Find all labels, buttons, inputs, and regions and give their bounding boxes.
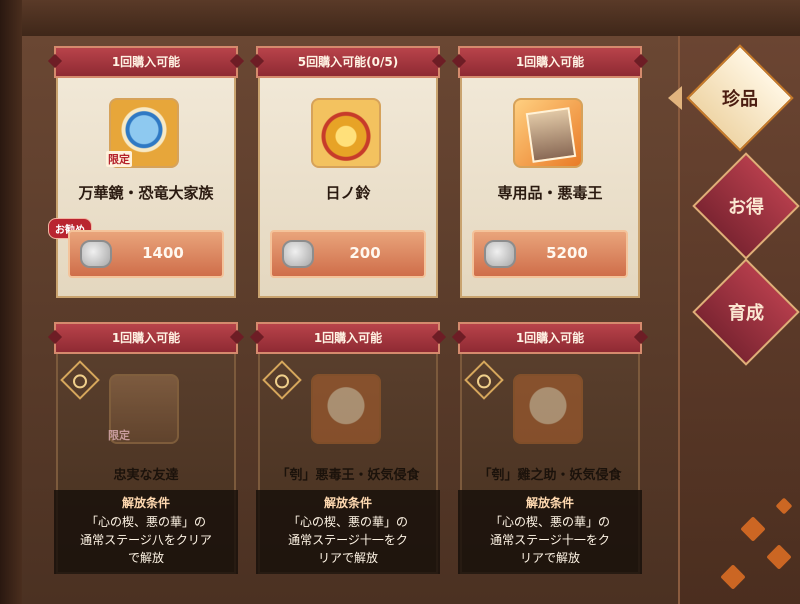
price: 1400 <box>142 244 184 262</box>
buy-button[interactable]: 200 <box>270 230 426 278</box>
tab-label: 育成 <box>728 303 764 324</box>
item-name: 忠実な友達 <box>113 468 179 483</box>
golden-bell-icon[interactable] <box>311 98 381 168</box>
item-name: 「刳」悪毒王・妖気侵食 <box>276 468 420 483</box>
purchase-limit-banner: 1回購入可能 <box>256 322 440 354</box>
unlock-text: 「心の楔、悪の華」の 通常ステージ八をクリア で解放 <box>80 515 212 565</box>
purchase-limit-banner: 1回購入可能 <box>458 322 642 354</box>
item-name: 万華鏡・恐竜大家族 <box>78 184 214 202</box>
locked-item-card[interactable]: 1回購入可能 「刳」悪毒王・妖気侵食 解放条件 「心の楔、悪の華」の 通常ステー… <box>256 322 440 574</box>
unlock-title: 解放条件 <box>323 496 372 510</box>
unlock-condition: 解放条件 「心の楔、悪の華」の 通常ステージ十一をク リアで解放 <box>458 490 642 574</box>
price: 200 <box>349 244 381 262</box>
limited-badge: 限定 <box>106 151 132 167</box>
unlock-title: 解放条件 <box>121 496 170 510</box>
portrait-card-icon[interactable] <box>513 98 583 168</box>
limited-badge: 限定 <box>108 429 130 442</box>
shop-item-card[interactable]: 1回購入可能 限定 万華鏡・恐竜大家族 お勧め 1400 <box>48 46 238 298</box>
left-decoration <box>0 0 22 604</box>
purchase-limit-banner: 1回購入可能 <box>54 46 238 78</box>
shop-item-card[interactable]: 1回購入可能 専用品・悪毒王 5200 <box>458 46 642 298</box>
locked-item-card[interactable]: 1回購入可能 「刳」雞之助・妖気侵食 解放条件 「心の楔、悪の華」の 通常ステー… <box>458 322 642 574</box>
purchase-limit-banner: 5回購入可能(0/5) <box>256 46 440 78</box>
unlock-title: 解放条件 <box>525 496 574 510</box>
skull-coin-icon <box>80 240 112 268</box>
buy-button[interactable]: 1400 <box>68 230 224 278</box>
unlock-condition: 解放条件 「心の楔、悪の華」の 通常ステージ十一をク リアで解放 <box>256 490 440 574</box>
tab-label: 珍品 <box>722 89 758 110</box>
shop-item-card[interactable]: 5回購入可能(0/5) 日ノ鈴 200 <box>256 46 440 298</box>
unlock-text: 「心の楔、悪の華」の 通常ステージ十一をク リアで解放 <box>287 515 408 565</box>
tab-label: お得 <box>728 197 764 218</box>
item-name: 「刳」雞之助・妖気侵食 <box>478 468 622 483</box>
active-tab-pointer-icon <box>668 86 682 110</box>
item-name: 日ノ鈴 <box>325 184 371 202</box>
unlock-condition: 解放条件 「心の楔、悪の華」の 通常ステージ八をクリア で解放 <box>54 490 238 574</box>
buy-button[interactable]: 5200 <box>472 230 628 278</box>
skull-coin-icon <box>282 240 314 268</box>
purchase-limit-banner: 1回購入可能 <box>54 322 238 354</box>
unlock-text: 「心の楔、悪の華」の 通常ステージ十一をク リアで解放 <box>489 515 610 565</box>
orange-mirror-icon <box>513 374 583 444</box>
skull-coin-icon <box>484 240 516 268</box>
item-name: 専用品・悪毒王 <box>497 184 603 202</box>
orange-mirror-icon <box>311 374 381 444</box>
top-frame <box>0 0 800 38</box>
locked-item-card[interactable]: 1回購入可能 限定 忠実な友達 解放条件 「心の楔、悪の華」の 通常ステージ八を… <box>54 322 238 574</box>
price: 5200 <box>546 244 588 262</box>
purchase-limit-banner: 1回購入可能 <box>458 46 642 78</box>
